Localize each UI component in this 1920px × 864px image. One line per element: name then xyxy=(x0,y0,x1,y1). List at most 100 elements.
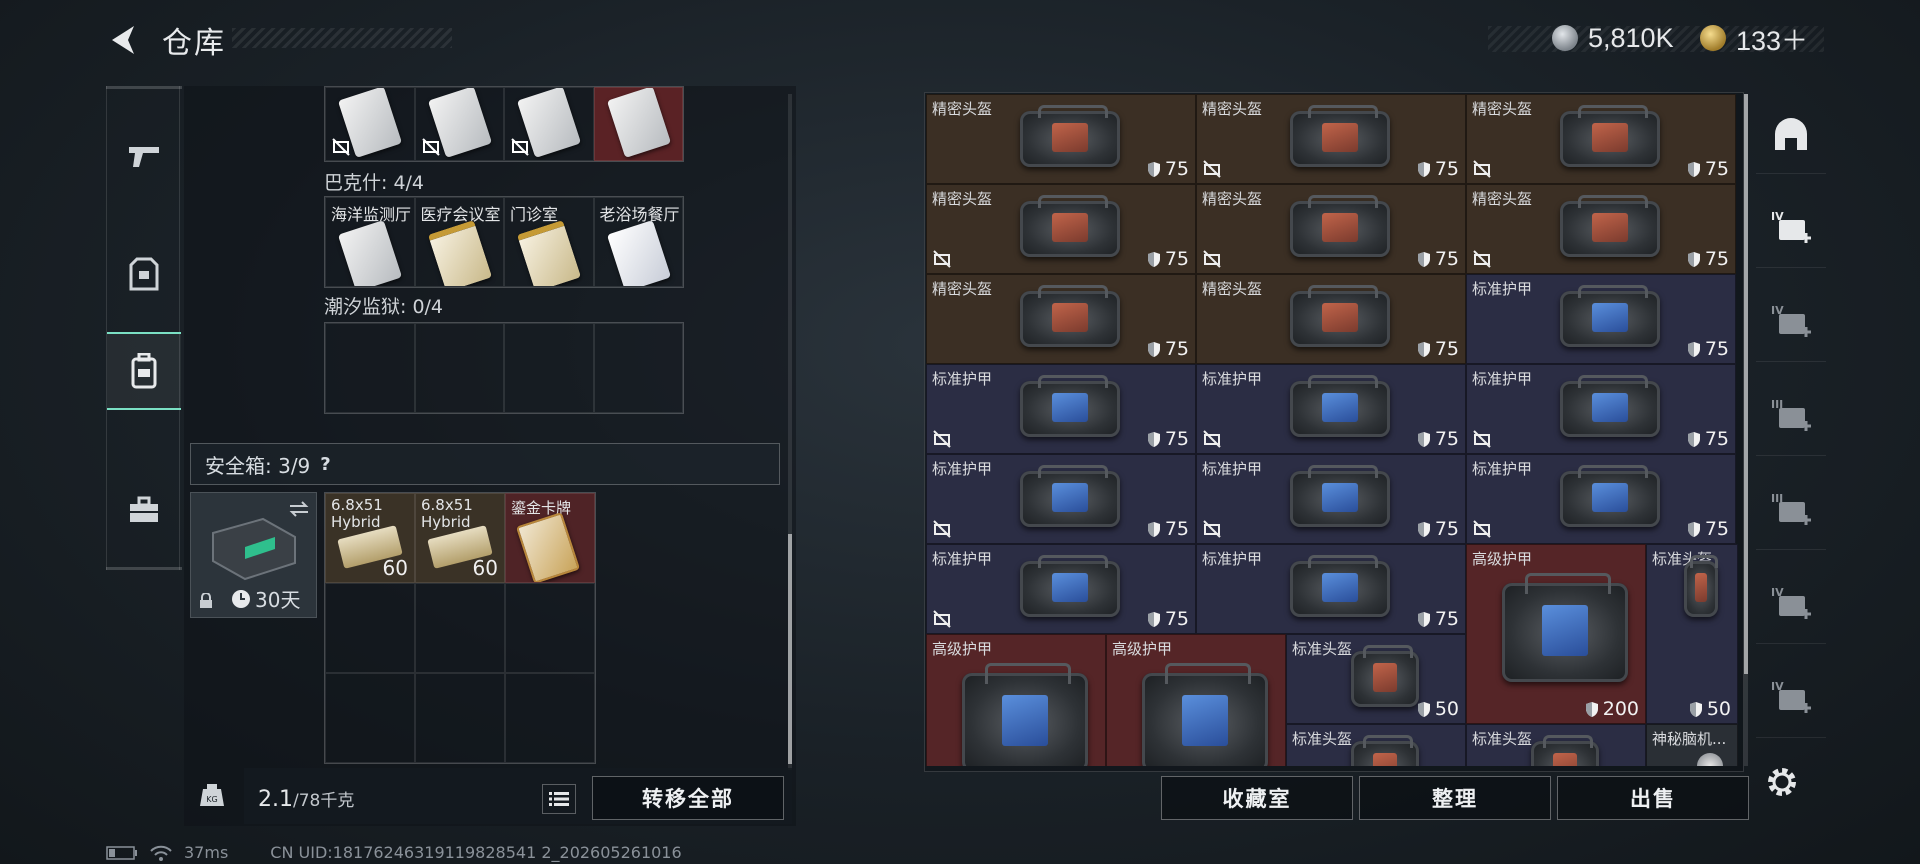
stash-item-slot[interactable]: 标准护甲 75 xyxy=(1196,364,1466,454)
stash-filter-1[interactable] xyxy=(1756,94,1826,174)
item-name: 精密头盔 xyxy=(1202,280,1263,298)
stash-filter-6[interactable]: IV xyxy=(1756,564,1826,644)
stash-item-slot[interactable]: 精密头盔 75 xyxy=(1466,184,1736,274)
nav-weapons-tab[interactable] xyxy=(107,116,181,196)
item-name: 高级护甲 xyxy=(1112,640,1173,658)
camera-iv-icon: IV xyxy=(1771,304,1811,337)
armor-value: 75 xyxy=(1434,518,1459,540)
stash-filter-3[interactable]: IV xyxy=(1756,282,1826,362)
stash-item-slot[interactable]: 高级护甲 xyxy=(926,634,1106,766)
nav-toolbox-tab[interactable] xyxy=(107,470,181,550)
stash-item-slot[interactable]: 高级护甲 xyxy=(1106,634,1286,766)
sell-button[interactable]: 出售 xyxy=(1557,776,1749,820)
gold-currency[interactable]: 133＋ xyxy=(1700,18,1808,58)
item-name: 精密头盔 xyxy=(1202,190,1263,208)
helmet-icon xyxy=(1775,117,1807,150)
swap-icon[interactable] xyxy=(288,501,310,517)
item-name: 神秘脑机... xyxy=(1652,730,1727,748)
stash-item-slot[interactable]: 标准护甲 75 xyxy=(1466,364,1736,454)
keycard-slot[interactable] xyxy=(414,87,504,161)
stash-item-slot[interactable]: 精密头盔 75 xyxy=(926,94,1196,184)
loadout-scroll-thumb[interactable] xyxy=(788,534,792,764)
no-drop-icon xyxy=(933,250,951,268)
armor-shield-icon xyxy=(1687,431,1700,447)
armor-shield-icon xyxy=(1687,341,1700,357)
safe-item-slot[interactable]: 6.8x51 Hybrid 60 xyxy=(325,493,415,583)
keycard-slot[interactable] xyxy=(325,87,415,161)
item-name: 精密头盔 xyxy=(932,190,993,208)
keycard-slot[interactable]: 门诊室 xyxy=(504,197,594,287)
settings-gear-icon[interactable] xyxy=(1764,764,1800,800)
empty-safe-slot[interactable] xyxy=(415,673,505,763)
silver-currency[interactable]: 5,810K xyxy=(1552,18,1674,58)
empty-safe-slot[interactable] xyxy=(325,673,415,763)
stash-item-slot[interactable]: 标准护甲 75 xyxy=(926,454,1196,544)
item-image xyxy=(1560,375,1660,437)
keycard-slot[interactable]: 老浴场餐厅 xyxy=(593,197,683,287)
armor-value: 75 xyxy=(1164,518,1189,540)
armor-rating: 75 xyxy=(1417,158,1459,180)
stash-filter-4[interactable]: III xyxy=(1756,376,1826,456)
stash-item-slot[interactable]: 精密头盔 75 xyxy=(926,274,1196,364)
toolbox-icon xyxy=(130,496,158,522)
armor-vest-icon xyxy=(129,257,159,291)
stash-item-slot[interactable]: 标准护甲 75 xyxy=(926,364,1196,454)
safe-container-slot[interactable]: 30天 xyxy=(190,492,317,618)
empty-safe-slot[interactable] xyxy=(325,583,415,673)
nav-armor-tab[interactable] xyxy=(107,234,181,314)
stash-item-slot[interactable]: 标准头盔 xyxy=(1286,724,1466,766)
loadout-scrollbar[interactable] xyxy=(788,94,792,770)
stash-item-slot[interactable]: 精密头盔 75 xyxy=(1196,184,1466,274)
armor-rating: 75 xyxy=(1687,428,1729,450)
list-view-button[interactable] xyxy=(542,784,576,814)
stash-item-slot[interactable]: 标准护甲 75 xyxy=(1196,454,1466,544)
stash-item-slot[interactable]: 精密头盔 75 xyxy=(1196,94,1466,184)
stash-item-slot[interactable]: 标准头盔 50 xyxy=(1286,634,1466,724)
stash-item-slot[interactable]: 神秘脑机... xyxy=(1646,724,1738,766)
stash-item-slot[interactable]: 精密头盔 75 xyxy=(1196,274,1466,364)
collection-room-button[interactable]: 收藏室 xyxy=(1161,776,1353,820)
stash-scroll-thumb[interactable] xyxy=(1744,94,1748,674)
stash-item-slot[interactable]: 标准头盔 50 xyxy=(1646,544,1738,724)
back-arrow-icon[interactable] xyxy=(104,20,144,60)
stash-item-slot[interactable]: 高级护甲 200 xyxy=(1466,544,1646,724)
no-drop-icon xyxy=(1473,520,1491,538)
keycard-slot[interactable] xyxy=(504,87,594,161)
uid-text: CN UID:18176246319119828541 2_2026052610… xyxy=(270,843,682,862)
item-image xyxy=(1683,555,1719,617)
stash-filter-7[interactable]: IV xyxy=(1756,658,1826,738)
empty-safe-slot[interactable] xyxy=(415,583,505,673)
keycard-image xyxy=(516,220,582,286)
help-icon[interactable]: ? xyxy=(320,454,330,475)
no-drop-icon xyxy=(1203,160,1221,178)
safe-item-slot[interactable]: 6.8x51 Hybrid 60 xyxy=(415,493,505,583)
stash-item-slot[interactable]: 标准护甲 75 xyxy=(1466,274,1736,364)
nav-backpack-tab[interactable] xyxy=(107,332,181,410)
stash-item-slot[interactable]: 精密头盔 75 xyxy=(926,184,1196,274)
keycard-slot[interactable]: 医疗会议室 xyxy=(414,197,504,287)
stash-scrollbar[interactable] xyxy=(1744,94,1748,766)
stash-filter-5[interactable]: III xyxy=(1756,470,1826,550)
stash-item-slot[interactable]: 标准护甲 75 xyxy=(1196,544,1466,634)
empty-keycard-slot[interactable] xyxy=(414,323,504,413)
empty-keycard-slot[interactable] xyxy=(504,323,594,413)
stash-item-slot[interactable]: 精密头盔 75 xyxy=(1466,94,1736,184)
empty-keycard-slot[interactable] xyxy=(325,323,415,413)
item-image xyxy=(1560,105,1660,167)
empty-safe-slot[interactable] xyxy=(505,583,595,673)
gold-coin-icon xyxy=(1700,25,1726,51)
svg-text:III: III xyxy=(1771,398,1783,411)
empty-safe-slot[interactable] xyxy=(505,673,595,763)
transfer-all-button[interactable]: 转移全部 xyxy=(592,776,784,820)
empty-keycard-slot[interactable] xyxy=(593,323,683,413)
sort-button[interactable]: 整理 xyxy=(1359,776,1551,820)
keycard-image xyxy=(606,220,671,286)
stash-item-slot[interactable]: 标准护甲 75 xyxy=(926,544,1196,634)
stash-item-slot[interactable]: 标准头盔 xyxy=(1466,724,1646,766)
armor-shield-icon xyxy=(1417,521,1430,537)
keycard-slot[interactable] xyxy=(593,87,683,161)
keycard-slot[interactable]: 海洋监测厅 xyxy=(325,197,415,287)
safe-item-slot[interactable]: 鎏金卡牌 xyxy=(505,493,595,583)
stash-filter-2[interactable]: IV xyxy=(1756,188,1826,268)
stash-item-slot[interactable]: 标准护甲 75 xyxy=(1466,454,1736,544)
